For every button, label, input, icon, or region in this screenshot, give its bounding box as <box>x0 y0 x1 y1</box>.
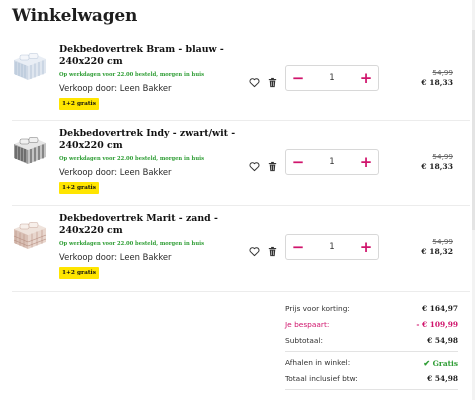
old-price: 54,99 <box>432 68 453 77</box>
promo-badge: 1+2 gratis <box>59 98 99 110</box>
trash-icon[interactable] <box>267 242 278 257</box>
summary-row-subtotal: Subtotaal: € 54,98 <box>285 336 458 349</box>
summary-label: Totaal inclusief btw: <box>285 374 358 383</box>
product-image-bram[interactable] <box>12 50 48 82</box>
new-price: € 18,32 <box>421 247 453 256</box>
plus-icon[interactable]: + <box>355 235 377 259</box>
heart-icon[interactable] <box>249 157 260 172</box>
quantity-stepper: − + <box>285 149 379 175</box>
summary-value: ✔ Gratis <box>423 358 458 368</box>
pickup-value: Gratis <box>432 359 458 368</box>
divider <box>12 120 470 121</box>
product-image-indy[interactable] <box>12 134 48 166</box>
product-name[interactable]: Dekbedovertrek Marit - zand - 240x220 cm <box>59 213 244 237</box>
summary-label: Afhalen in winkel: <box>285 358 351 367</box>
new-price: € 18,33 <box>421 78 453 87</box>
cart-item: Dekbedovertrek Marit - zand - 240x220 cm… <box>12 213 470 293</box>
product-image-marit[interactable] <box>12 219 48 251</box>
summary-value: € 54,98 <box>427 336 458 345</box>
seller-info: Verkoop door: Leen Bakker <box>59 167 172 177</box>
minus-icon[interactable]: − <box>287 66 309 90</box>
trash-icon[interactable] <box>267 157 278 172</box>
delivery-info: Op werkdagen voor 22.00 besteld, morgen … <box>59 241 204 247</box>
promo-badge: 1+2 gratis <box>59 267 99 279</box>
minus-icon[interactable]: − <box>287 150 309 174</box>
heart-icon[interactable] <box>249 242 260 257</box>
heart-icon[interactable] <box>249 73 260 88</box>
cart-item: Dekbedovertrek Bram - blauw - 240x220 cm… <box>12 44 470 124</box>
seller-info: Verkoop door: Leen Bakker <box>59 83 172 93</box>
summary-label: Je bespaart: <box>285 320 330 329</box>
summary-label: Prijs voor korting: <box>285 304 350 313</box>
quantity-input[interactable] <box>310 150 354 174</box>
quantity-stepper: − + <box>285 65 379 91</box>
plus-icon[interactable]: + <box>355 150 377 174</box>
summary-row-pickup: Afhalen in winkel: ✔ Gratis <box>285 358 458 371</box>
summary-value: € 164,97 <box>421 304 458 313</box>
summary-divider <box>285 389 458 390</box>
summary-value: € 54,98 <box>427 374 458 383</box>
quantity-input[interactable] <box>310 66 354 90</box>
summary-label: Subtotaal: <box>285 336 323 345</box>
plus-icon[interactable]: + <box>355 66 377 90</box>
delivery-info: Op werkdagen voor 22.00 besteld, morgen … <box>59 72 204 78</box>
summary-row-price-before-discount: Prijs voor korting: € 164,97 <box>285 304 458 317</box>
summary-divider <box>285 351 458 352</box>
product-name[interactable]: Dekbedovertrek Indy - zwart/wit - 240x22… <box>59 128 244 152</box>
promo-badge: 1+2 gratis <box>59 182 99 194</box>
page-title: Winkelwagen <box>12 6 138 26</box>
summary-row-savings: Je bespaart: - € 109,99 <box>285 320 458 333</box>
divider <box>12 291 470 292</box>
seller-info: Verkoop door: Leen Bakker <box>59 252 172 262</box>
delivery-info: Op werkdagen voor 22.00 besteld, morgen … <box>59 156 204 162</box>
summary-value: - € 109,99 <box>416 320 458 329</box>
summary-row-total: Totaal inclusief btw: € 54,98 <box>285 374 458 387</box>
minus-icon[interactable]: − <box>287 235 309 259</box>
trash-icon[interactable] <box>267 73 278 88</box>
old-price: 54,99 <box>432 237 453 246</box>
new-price: € 18,33 <box>421 162 453 171</box>
divider <box>12 205 470 206</box>
cart-item: Dekbedovertrek Indy - zwart/wit - 240x22… <box>12 128 470 208</box>
product-name[interactable]: Dekbedovertrek Bram - blauw - 240x220 cm <box>59 44 244 68</box>
check-icon: ✔ <box>423 358 431 368</box>
old-price: 54,99 <box>432 152 453 161</box>
quantity-input[interactable] <box>310 235 354 259</box>
quantity-stepper: − + <box>285 234 379 260</box>
